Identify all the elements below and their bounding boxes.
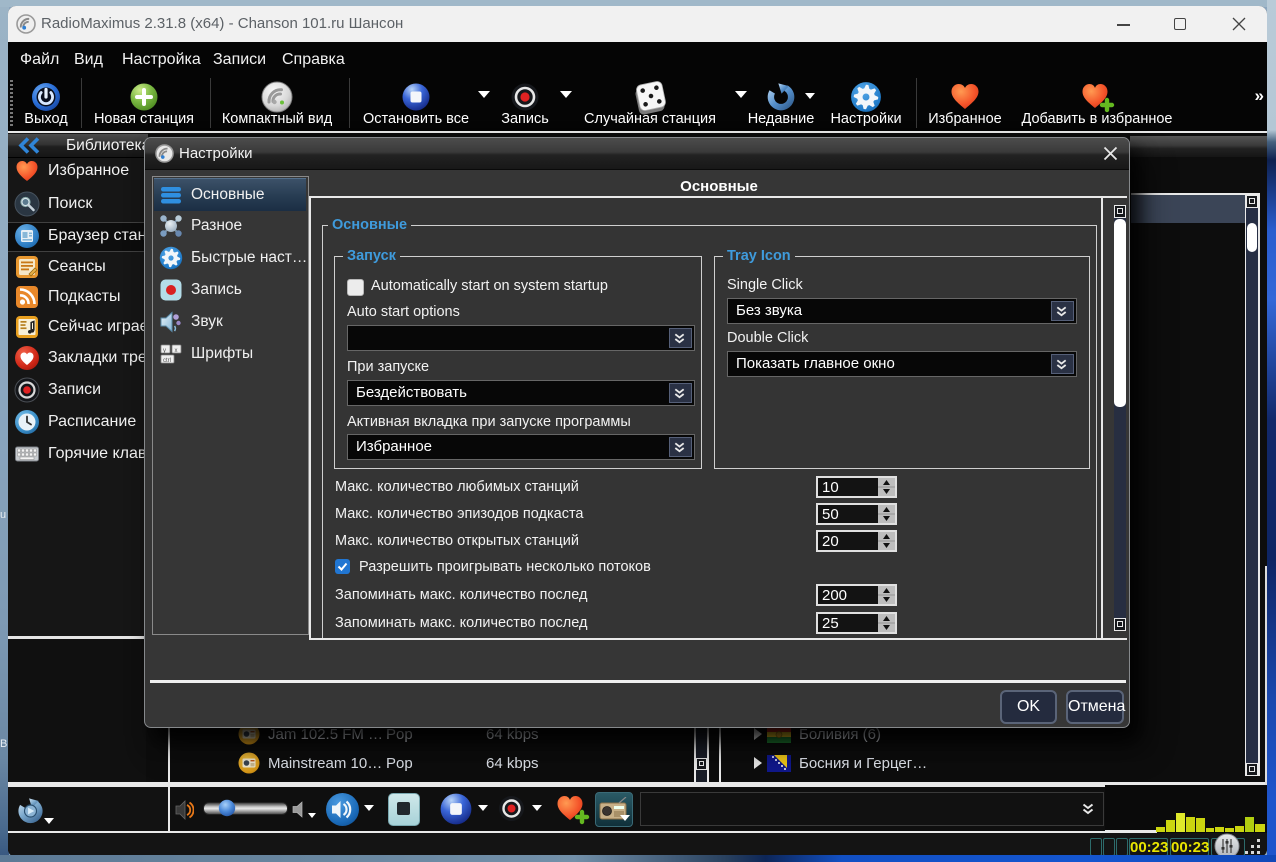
svg-text:x: x <box>175 348 178 354</box>
svg-text:ctrl: ctrl <box>163 358 171 364</box>
svg-text:y: y <box>163 348 166 354</box>
